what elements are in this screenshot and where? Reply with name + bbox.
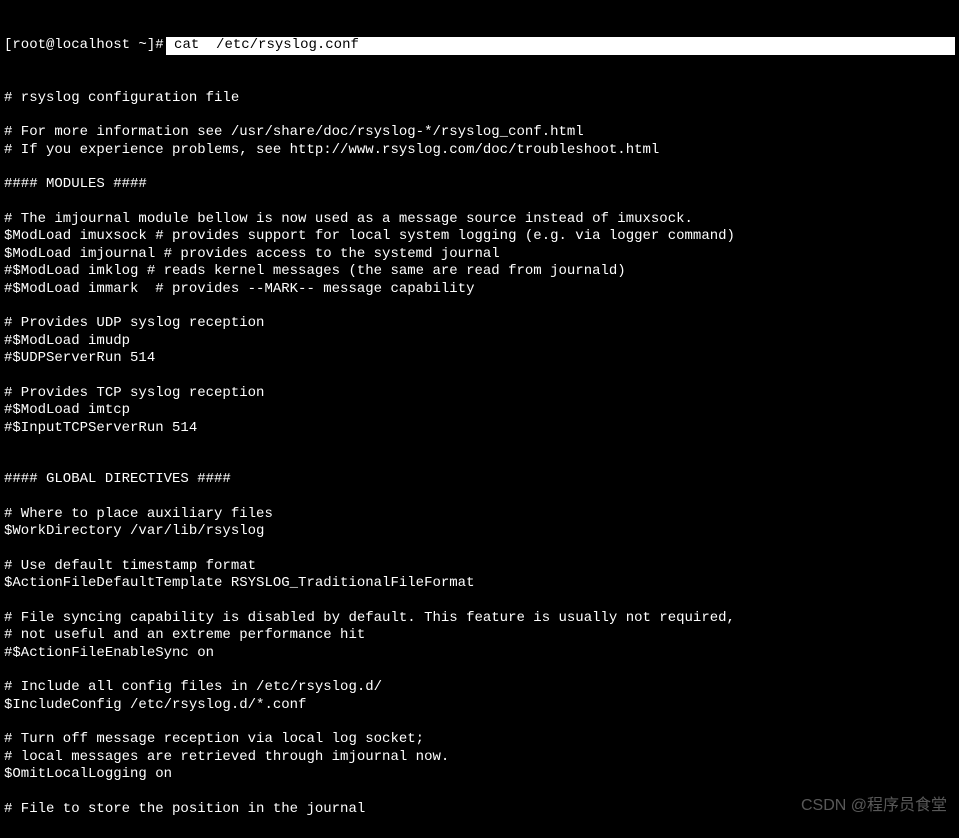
output-line	[4, 489, 955, 506]
output-line: # For more information see /usr/share/do…	[4, 124, 955, 142]
output-line: $ActionFileDefaultTemplate RSYSLOG_Tradi…	[4, 575, 955, 593]
output-line: # File to store the position in the jour…	[4, 801, 955, 819]
output-line: # The imjournal module bellow is now use…	[4, 211, 955, 229]
output-line: #### MODULES ####	[4, 176, 955, 194]
output-line: # Use default timestamp format	[4, 558, 955, 576]
output-line	[4, 194, 955, 211]
output-line: # If you experience problems, see http:/…	[4, 142, 955, 160]
output-line	[4, 107, 955, 124]
file-contents: # rsyslog configuration file # For more i…	[4, 90, 955, 819]
output-line: $ModLoad imjournal # provides access to …	[4, 246, 955, 264]
output-line	[4, 454, 955, 471]
output-line	[4, 784, 955, 801]
output-line: #$ModLoad imtcp	[4, 402, 955, 420]
output-line: #$ModLoad immark # provides --MARK-- mes…	[4, 281, 955, 299]
output-line	[4, 298, 955, 315]
output-line: #$UDPServerRun 514	[4, 350, 955, 368]
output-line	[4, 368, 955, 385]
output-line: # Turn off message reception via local l…	[4, 731, 955, 749]
output-line	[4, 593, 955, 610]
output-line: #$ModLoad imudp	[4, 333, 955, 351]
terminal-output[interactable]: [root@localhost ~]# cat /etc/rsyslog.con…	[0, 0, 959, 838]
output-line	[4, 437, 955, 454]
output-line: $ModLoad imuxsock # provides support for…	[4, 228, 955, 246]
output-line: $OmitLocalLogging on	[4, 766, 955, 784]
shell-prompt: [root@localhost ~]#	[4, 37, 166, 55]
output-line: # Provides UDP syslog reception	[4, 315, 955, 333]
output-line: $IncludeConfig /etc/rsyslog.d/*.conf	[4, 697, 955, 715]
output-line: # Where to place auxiliary files	[4, 506, 955, 524]
output-line: # Provides TCP syslog reception	[4, 385, 955, 403]
output-line: #$ModLoad imklog # reads kernel messages…	[4, 263, 955, 281]
command-line: [root@localhost ~]# cat /etc/rsyslog.con…	[4, 37, 955, 55]
output-line: # rsyslog configuration file	[4, 90, 955, 108]
output-line: #### GLOBAL DIRECTIVES ####	[4, 471, 955, 489]
output-line: #$InputTCPServerRun 514	[4, 420, 955, 438]
output-line: # File syncing capability is disabled by…	[4, 610, 955, 628]
output-line: # local messages are retrieved through i…	[4, 749, 955, 767]
output-line	[4, 541, 955, 558]
output-line: # Include all config files in /etc/rsysl…	[4, 679, 955, 697]
output-line: # not useful and an extreme performance …	[4, 627, 955, 645]
output-line	[4, 714, 955, 731]
entered-command: cat /etc/rsyslog.conf	[166, 37, 955, 55]
output-line: #$ActionFileEnableSync on	[4, 645, 955, 663]
output-line	[4, 662, 955, 679]
output-line	[4, 159, 955, 176]
output-line: $WorkDirectory /var/lib/rsyslog	[4, 523, 955, 541]
